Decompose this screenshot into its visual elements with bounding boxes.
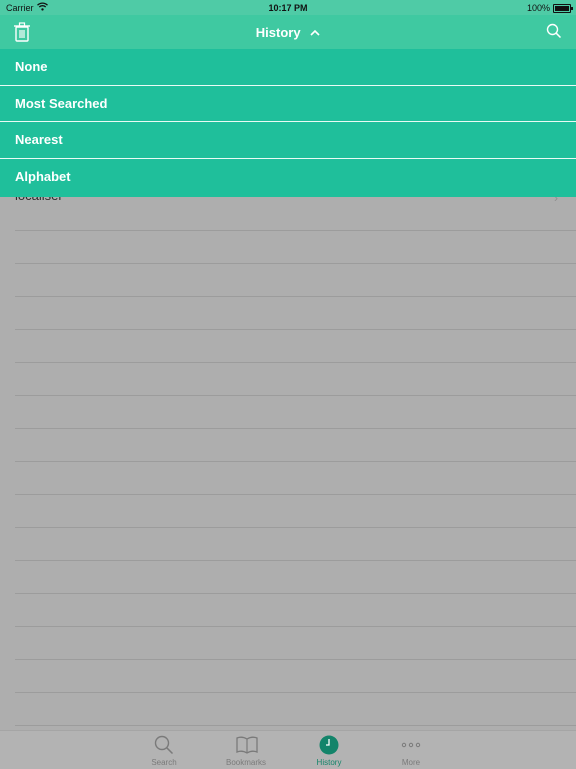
- history-list-row: [15, 263, 576, 297]
- history-list-row: [15, 593, 576, 627]
- history-list-row: [15, 560, 576, 594]
- tab-label: Bookmarks: [225, 758, 266, 767]
- battery-percent: 100%: [526, 3, 550, 13]
- clock-icon: [319, 735, 339, 755]
- chevron-up-icon: [310, 24, 320, 39]
- history-list-row: [15, 527, 576, 561]
- history-list-row: [15, 626, 576, 660]
- history-list-row: [15, 230, 576, 264]
- status-bar: Carrier 10:17 PM 100%: [0, 0, 576, 15]
- history-list-row: [15, 395, 576, 429]
- page-title: History: [255, 25, 301, 40]
- clock-time: 10:17 PM: [268, 3, 308, 13]
- sort-menu: None Most Searched Nearest Alphabet: [0, 49, 576, 197]
- history-list-row: [15, 494, 576, 528]
- history-list-row: [15, 461, 576, 495]
- sort-option-none[interactable]: None: [0, 49, 576, 86]
- tab-history[interactable]: History: [294, 731, 364, 769]
- sort-option-most-searched[interactable]: Most Searched: [0, 85, 576, 122]
- history-list: [0, 197, 576, 730]
- nav-bar: History: [0, 15, 576, 49]
- search-icon: [154, 735, 174, 755]
- history-list-row: [15, 296, 576, 330]
- history-list-row: [15, 692, 576, 726]
- history-list-row: [15, 329, 576, 363]
- tab-label: History: [316, 758, 342, 767]
- history-list-row: [15, 428, 576, 462]
- history-list-row: [15, 362, 576, 396]
- book-icon: [236, 735, 258, 755]
- tab-more[interactable]: More: [376, 731, 446, 769]
- battery-icon: [553, 4, 573, 13]
- tab-label: Search: [151, 758, 177, 767]
- sort-option-alphabet[interactable]: Alphabet: [0, 158, 576, 197]
- history-title-toggle[interactable]: History: [0, 24, 576, 40]
- search-icon[interactable]: [546, 23, 562, 39]
- history-list-row: [15, 197, 576, 231]
- tab-label: More: [401, 758, 421, 767]
- tab-search[interactable]: Search: [129, 731, 199, 769]
- sort-option-nearest[interactable]: Nearest: [0, 122, 576, 159]
- tab-bookmarks[interactable]: Bookmarks: [211, 731, 281, 769]
- more-dots-icon: [401, 735, 421, 755]
- history-list-row: [15, 659, 576, 693]
- tab-bar: Search Bookmarks History More: [0, 730, 576, 769]
